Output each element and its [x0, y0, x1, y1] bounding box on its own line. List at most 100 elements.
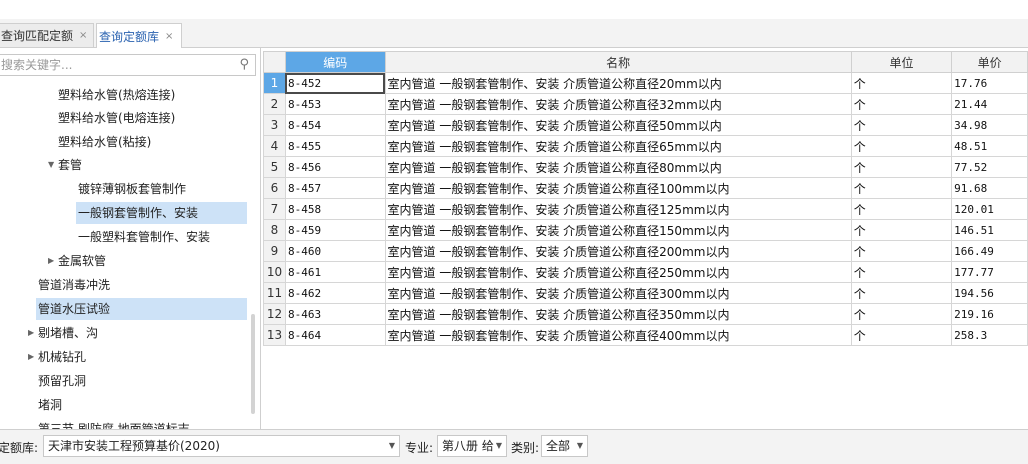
cell-price[interactable]: 17.76	[951, 72, 1028, 94]
row-number[interactable]: 4	[263, 135, 286, 157]
cell-unit[interactable]: 个	[850, 282, 953, 304]
column-header-unit[interactable]: 单位	[850, 51, 953, 73]
cell-price[interactable]: 48.51	[951, 135, 1028, 157]
cell-unit[interactable]: 个	[850, 135, 953, 157]
search-icon[interactable]: ⚲	[239, 57, 249, 72]
row-number[interactable]: 6	[263, 177, 286, 199]
tree-scrollbar[interactable]	[251, 314, 255, 414]
cell-name[interactable]: 室内管道 一般钢套管制作、安装 介质管道公称直径250mm以内	[384, 261, 852, 283]
table-row[interactable]: 1 8-452 室内管道 一般钢套管制作、安装 介质管道公称直径20mm以内个 17.…	[263, 72, 1028, 94]
cell-unit[interactable]: 个	[850, 93, 953, 115]
row-number[interactable]: 8	[263, 219, 286, 241]
tab-query-matched-quota[interactable]: 查询匹配定额 ×	[0, 23, 94, 47]
row-number[interactable]: 1	[263, 72, 286, 94]
cell-price[interactable]: 219.16	[951, 303, 1028, 325]
triangle-right-icon[interactable]: ▶	[28, 346, 34, 368]
row-number[interactable]: 11	[263, 282, 286, 304]
cell-code[interactable]: 8-461	[284, 261, 386, 283]
table-row[interactable]: 6 8-457 室内管道 一般钢套管制作、安装 介质管道公称直径100mm以内个 91…	[263, 177, 1028, 199]
table-row[interactable]: 9 8-460 室内管道 一般钢套管制作、安装 介质管道公称直径200mm以内个 16…	[263, 240, 1028, 262]
corner-cell[interactable]	[263, 51, 286, 73]
tree-node[interactable]: 一般塑料套管制作、安装	[78, 226, 210, 248]
table-row[interactable]: 3 8-454 室内管道 一般钢套管制作、安装 介质管道公称直径50mm以内个 34.…	[263, 114, 1028, 136]
table-row[interactable]: 10 8-461 室内管道 一般钢套管制作、安装 介质管道公称直径250mm以内个 1…	[263, 261, 1028, 283]
tree-node[interactable]: 预留孔洞	[38, 370, 86, 392]
cell-price[interactable]: 166.49	[951, 240, 1028, 262]
row-number[interactable]: 3	[263, 114, 286, 136]
tree-node[interactable]: 金属软管	[58, 250, 106, 272]
table-row[interactable]: 2 8-453 室内管道 一般钢套管制作、安装 介质管道公称直径32mm以内个 21.…	[263, 93, 1028, 115]
cell-name[interactable]: 室内管道 一般钢套管制作、安装 介质管道公称直径50mm以内	[384, 114, 852, 136]
cell-price[interactable]: 77.52	[951, 156, 1028, 178]
tree-node[interactable]: 第三节 刷防腐 地面管道标志	[38, 418, 190, 429]
table-row[interactable]: 11 8-462 室内管道 一般钢套管制作、安装 介质管道公称直径300mm以内个 1…	[263, 282, 1028, 304]
cell-unit[interactable]: 个	[850, 114, 953, 136]
tree-node-sleeve[interactable]: 套管	[58, 154, 82, 176]
cell-name[interactable]: 室内管道 一般钢套管制作、安装 介质管道公称直径350mm以内	[384, 303, 852, 325]
close-icon[interactable]: ×	[79, 30, 87, 41]
cell-name[interactable]: 室内管道 一般钢套管制作、安装 介质管道公称直径400mm以内	[384, 324, 852, 346]
close-icon[interactable]: ×	[165, 31, 173, 42]
cell-price[interactable]: 120.01	[951, 198, 1028, 220]
tree-node[interactable]: 塑料给水管(电熔连接)	[58, 107, 175, 129]
row-number[interactable]: 12	[263, 303, 286, 325]
major-select[interactable]: 第八册 给 ▼	[437, 435, 507, 457]
cell-code[interactable]: 8-459	[284, 219, 386, 241]
tree-node[interactable]: 镀锌薄钢板套管制作	[78, 178, 186, 200]
cell-code[interactable]: 8-454	[284, 114, 386, 136]
cell-name[interactable]: 室内管道 一般钢套管制作、安装 介质管道公称直径200mm以内	[384, 240, 852, 262]
table-row[interactable]: 4 8-455 室内管道 一般钢套管制作、安装 介质管道公称直径65mm以内个 48.…	[263, 135, 1028, 157]
triangle-right-icon[interactable]: ▶	[48, 250, 54, 272]
cell-code[interactable]: 8-456	[284, 156, 386, 178]
column-header-name[interactable]: 名称	[384, 51, 852, 73]
cell-name[interactable]: 室内管道 一般钢套管制作、安装 介质管道公称直径65mm以内	[384, 135, 852, 157]
cell-unit[interactable]: 个	[850, 198, 953, 220]
row-number[interactable]: 9	[263, 240, 286, 262]
cell-price[interactable]: 146.51	[951, 219, 1028, 241]
column-header-price[interactable]: 单价	[951, 51, 1028, 73]
tree-node[interactable]: 机械钻孔	[38, 346, 86, 368]
tree-node[interactable]: 堵洞	[38, 394, 62, 416]
library-select[interactable]: 天津市安装工程预算基价(2020) ▼	[43, 435, 400, 457]
cell-code[interactable]: 8-455	[284, 135, 386, 157]
cell-unit[interactable]: 个	[850, 177, 953, 199]
cell-name[interactable]: 室内管道 一般钢套管制作、安装 介质管道公称直径125mm以内	[384, 198, 852, 220]
cell-name[interactable]: 室内管道 一般钢套管制作、安装 介质管道公称直径100mm以内	[384, 177, 852, 199]
tree-node[interactable]: 剔堵槽、沟	[38, 322, 98, 344]
cell-unit[interactable]: 个	[850, 72, 953, 94]
row-number[interactable]: 7	[263, 198, 286, 220]
cell-price[interactable]: 21.44	[951, 93, 1028, 115]
cell-unit[interactable]: 个	[850, 303, 953, 325]
table-row[interactable]: 12 8-463 室内管道 一般钢套管制作、安装 介质管道公称直径350mm以内个 2…	[263, 303, 1028, 325]
cell-name[interactable]: 室内管道 一般钢套管制作、安装 介质管道公称直径80mm以内	[384, 156, 852, 178]
cell-code[interactable]: 8-452	[284, 72, 386, 94]
cell-code[interactable]: 8-458	[284, 198, 386, 220]
column-header-code[interactable]: 编码	[284, 51, 386, 73]
tree-node[interactable]: 塑料给水管(粘接)	[58, 131, 151, 153]
row-number[interactable]: 10	[263, 261, 286, 283]
table-row[interactable]: 7 8-458 室内管道 一般钢套管制作、安装 介质管道公称直径125mm以内个 12…	[263, 198, 1028, 220]
cell-code[interactable]: 8-463	[284, 303, 386, 325]
cell-name[interactable]: 室内管道 一般钢套管制作、安装 介质管道公称直径150mm以内	[384, 219, 852, 241]
cell-code[interactable]: 8-464	[284, 324, 386, 346]
cell-code[interactable]: 8-462	[284, 282, 386, 304]
cell-price[interactable]: 258.3	[951, 324, 1028, 346]
cell-name[interactable]: 室内管道 一般钢套管制作、安装 介质管道公称直径300mm以内	[384, 282, 852, 304]
tree-node[interactable]: 管道消毒冲洗	[38, 274, 110, 296]
cell-unit[interactable]: 个	[850, 156, 953, 178]
cell-unit[interactable]: 个	[850, 324, 953, 346]
cell-code[interactable]: 8-453	[284, 93, 386, 115]
table-row[interactable]: 13 8-464 室内管道 一般钢套管制作、安装 介质管道公称直径400mm以内个 2…	[263, 324, 1028, 346]
category-select[interactable]: 全部 ▼	[541, 435, 588, 457]
cell-unit[interactable]: 个	[850, 261, 953, 283]
cell-name[interactable]: 室内管道 一般钢套管制作、安装 介质管道公称直径20mm以内	[384, 72, 852, 94]
triangle-right-icon[interactable]: ▶	[28, 322, 34, 344]
cell-code[interactable]: 8-460	[284, 240, 386, 262]
cell-price[interactable]: 34.98	[951, 114, 1028, 136]
cell-price[interactable]: 91.68	[951, 177, 1028, 199]
cell-unit[interactable]: 个	[850, 219, 953, 241]
search-input[interactable]	[0, 55, 227, 75]
row-number[interactable]: 13	[263, 324, 286, 346]
cell-name[interactable]: 室内管道 一般钢套管制作、安装 介质管道公称直径32mm以内	[384, 93, 852, 115]
cell-price[interactable]: 194.56	[951, 282, 1028, 304]
